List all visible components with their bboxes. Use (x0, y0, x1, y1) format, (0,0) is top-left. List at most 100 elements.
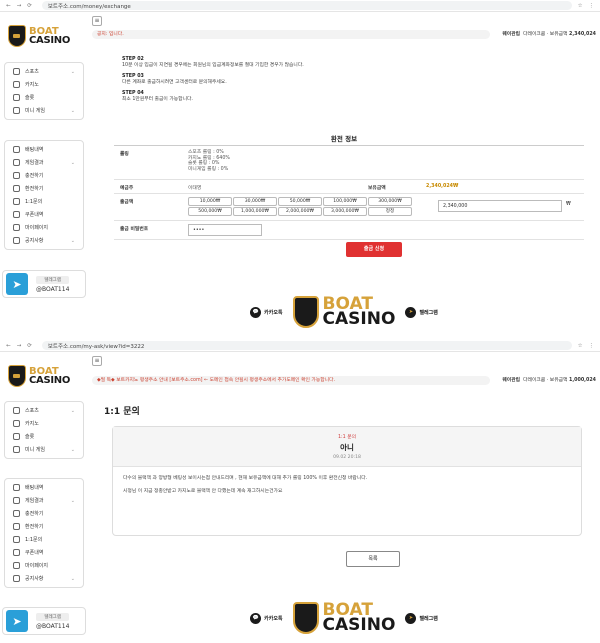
sidebar-item-mypage[interactable]: 마이페이지 (5, 559, 83, 572)
kakao-label: 카카오톡 (264, 615, 283, 622)
user-icon (13, 562, 20, 569)
amount-input[interactable]: 2,340,000 (438, 200, 562, 212)
withdraw-submit-button[interactable]: 출금 신청 (346, 242, 402, 257)
hamburger-icon[interactable]: ≡ (92, 16, 102, 26)
sidebar-item-deposit[interactable]: 충전하기 (5, 507, 83, 520)
forward-icon[interactable]: → (17, 343, 22, 349)
hamburger-icon[interactable]: ≡ (92, 356, 102, 366)
amount-button[interactable]: 50,000₩ (278, 197, 322, 206)
sidebar-item-minigame[interactable]: 미니 게임 ⌄ (5, 443, 83, 456)
rolling-label: 롤링 (120, 152, 129, 157)
kakao-link[interactable]: 💬 카카오톡 (250, 306, 283, 318)
sidebar-item-coupons[interactable]: 쿠폰내역 (5, 208, 83, 221)
rolling-line: 미니게임 롤링 : 0% (188, 166, 229, 172)
back-icon[interactable]: ← (6, 343, 11, 349)
user-name[interactable]: 웨이관립 (502, 32, 520, 37)
telegram-link[interactable]: ➤ 텔레그램 (405, 612, 438, 624)
star-icon[interactable]: ☆ (578, 3, 583, 9)
user-info: 웨이관립 다레이크쿰 · 보유금액 1,000,024 (502, 378, 596, 383)
page-title: 1:1 문의 (104, 407, 140, 417)
amount-button[interactable]: 30,000₩ (233, 197, 277, 206)
kakao-link[interactable]: 💬 카카오톡 (250, 612, 283, 624)
sidebar-item-minigame[interactable]: 미니 게임 ⌄ (5, 104, 83, 117)
sidebar-item-notice[interactable]: 공지사항 ⌄ (5, 234, 83, 247)
list-button[interactable]: 목록 (346, 551, 400, 567)
sidebar-item-label: 환전하기 (25, 186, 44, 192)
brand-logo[interactable]: BOAT CASINO (8, 22, 78, 50)
answer-text: 시정님 이 지금 정충안받고 카지노로 블랙잭 안 다했는데 계속 재그하시는건… (123, 489, 283, 494)
sidebar-item-inquiry[interactable]: 1:1문의 (5, 195, 83, 208)
user-menu: 배팅내역 게임결과 ⌄ 충전하기 환전하기 1:1문의 쿠폰내역 마이페이지 공지… (4, 478, 84, 588)
sidebar-item-label: 스포츠 (25, 69, 39, 75)
telegram-banner[interactable]: ➤ 텔레그램 @BOAT114 (2, 270, 86, 298)
inquiry-header: 1:1 문의 아니 09.02 20:18 (113, 427, 581, 467)
game-menu: 스포츠 ⌄ 카지노 슬롯 미니 게임 ⌄ (4, 62, 84, 120)
sidebar: BOAT CASINO 스포츠 ⌄ 카지노 슬롯 미니 게임 ⌄ 배팅내역 게임결과 ⌄… (0, 12, 88, 338)
sidebar-item-game-results[interactable]: 게임결과 ⌄ (5, 494, 83, 507)
menu-icon[interactable]: ⋮ (589, 3, 595, 9)
currency-unit: ₩ (566, 202, 571, 207)
amount-button[interactable]: 2,000,000₩ (278, 207, 322, 216)
sidebar-item-withdraw[interactable]: 환전하기 (5, 520, 83, 533)
sidebar-item-label: 충전하기 (25, 511, 44, 517)
sidebar-item-label: 배팅내역 (25, 147, 44, 153)
user-name[interactable]: 웨이관립 (502, 378, 520, 383)
browser-nav: ← → ⟳ (6, 3, 32, 9)
amount-button[interactable]: 300,000₩ (368, 197, 412, 206)
holder-value: 이태영 (188, 186, 202, 191)
sidebar-item-label: 쿠폰내역 (25, 212, 44, 218)
sidebar-item-notice[interactable]: 공지사항 ⌄ (5, 572, 83, 585)
withdraw-icon (13, 185, 20, 192)
sidebar-item-casino[interactable]: 카지노 (5, 78, 83, 91)
brand-logo[interactable]: BOAT CASINO (8, 362, 78, 390)
browser-actions: ☆ ⋮ (578, 3, 594, 9)
telegram-link[interactable]: ➤ 텔레그램 (405, 306, 438, 318)
amount-button[interactable]: 100,000₩ (323, 197, 367, 206)
address-bar[interactable]: 보트주소.com/money/exchange (41, 1, 572, 10)
sidebar-item-mypage[interactable]: 마이페이지 (5, 221, 83, 234)
chevron-down-icon: ⌄ (70, 159, 75, 166)
amount-button[interactable]: 3,000,000₩ (323, 207, 367, 216)
rolling-row: 롤링 스포츠 롤링 : 0% 카지노 롤링 : 640% 슬롯 롤링 : 0% … (114, 146, 584, 180)
sidebar-item-withdraw[interactable]: 환전하기 (5, 182, 83, 195)
sidebar-item-casino[interactable]: 카지노 (5, 417, 83, 430)
reload-icon[interactable]: ⟳ (27, 3, 32, 9)
sidebar-item-sports[interactable]: 스포츠 ⌄ (5, 404, 83, 417)
screenshot-exchange: ← → ⟳ 보트주소.com/money/exchange ☆ ⋮ BOAT CA… (0, 0, 600, 338)
forward-icon[interactable]: → (17, 3, 22, 9)
sidebar-item-betting-history[interactable]: 배팅내역 (5, 143, 83, 156)
telegram-banner[interactable]: ➤ 텔레그램 @BOAT114 (2, 607, 86, 635)
sidebar-item-slot[interactable]: 슬롯 (5, 91, 83, 104)
sidebar-item-betting-history[interactable]: 배팅내역 (5, 481, 83, 494)
sidebar-item-label: 카지노 (25, 421, 39, 427)
user-icon (13, 224, 20, 231)
star-icon[interactable]: ☆ (578, 343, 583, 349)
sidebar-item-deposit[interactable]: 충전하기 (5, 169, 83, 182)
footer-logo: BOAT CASINO (292, 296, 395, 328)
kakao-icon: 💬 (250, 612, 262, 624)
address-bar[interactable]: 보트주소.com/my-ask/view?id=3222 (41, 341, 572, 350)
menu-icon[interactable]: ⋮ (589, 343, 595, 349)
sidebar-item-sports[interactable]: 스포츠 ⌄ (5, 65, 83, 78)
back-icon[interactable]: ← (6, 3, 11, 9)
amount-button[interactable]: 500,000₩ (188, 207, 232, 216)
top-bar: ≡ ◆필 독◆ 보트카지노 평생주소 안내 [보트주소.com] ← 도메인 접… (88, 352, 600, 385)
ball-icon (13, 107, 20, 114)
footer-logo: BOAT CASINO (292, 602, 395, 634)
reset-button[interactable]: 정정 (368, 207, 412, 216)
holder-label: 예금주 (120, 186, 134, 191)
sidebar-item-coupons[interactable]: 쿠폰내역 (5, 546, 83, 559)
browser-toolbar: ← → ⟳ 보트주소.com/my-ask/view?id=3222 ☆ ⋮ (0, 340, 600, 352)
sidebar-item-game-results[interactable]: 게임결과 ⌄ (5, 156, 83, 169)
sidebar-item-label: 카지노 (25, 82, 39, 88)
sidebar-item-slot[interactable]: 슬롯 (5, 430, 83, 443)
amount-button[interactable]: 10,000₩ (188, 197, 232, 206)
coupon-icon (13, 549, 20, 556)
inquiry-content: 1:1 문의 1:1 문의 아니 09.02 20:18 다수의 블랙잭 과 양… (88, 390, 600, 600)
password-input[interactable]: •••• (188, 224, 262, 236)
amount-button[interactable]: 1,000,000₩ (233, 207, 277, 216)
sidebar-item-inquiry[interactable]: 1:1문의 (5, 533, 83, 546)
browser-actions: ☆ ⋮ (578, 343, 594, 349)
footer: 💬 카카오톡 BOAT CASINO ➤ 텔레그램 (88, 598, 600, 638)
reload-icon[interactable]: ⟳ (27, 343, 32, 349)
